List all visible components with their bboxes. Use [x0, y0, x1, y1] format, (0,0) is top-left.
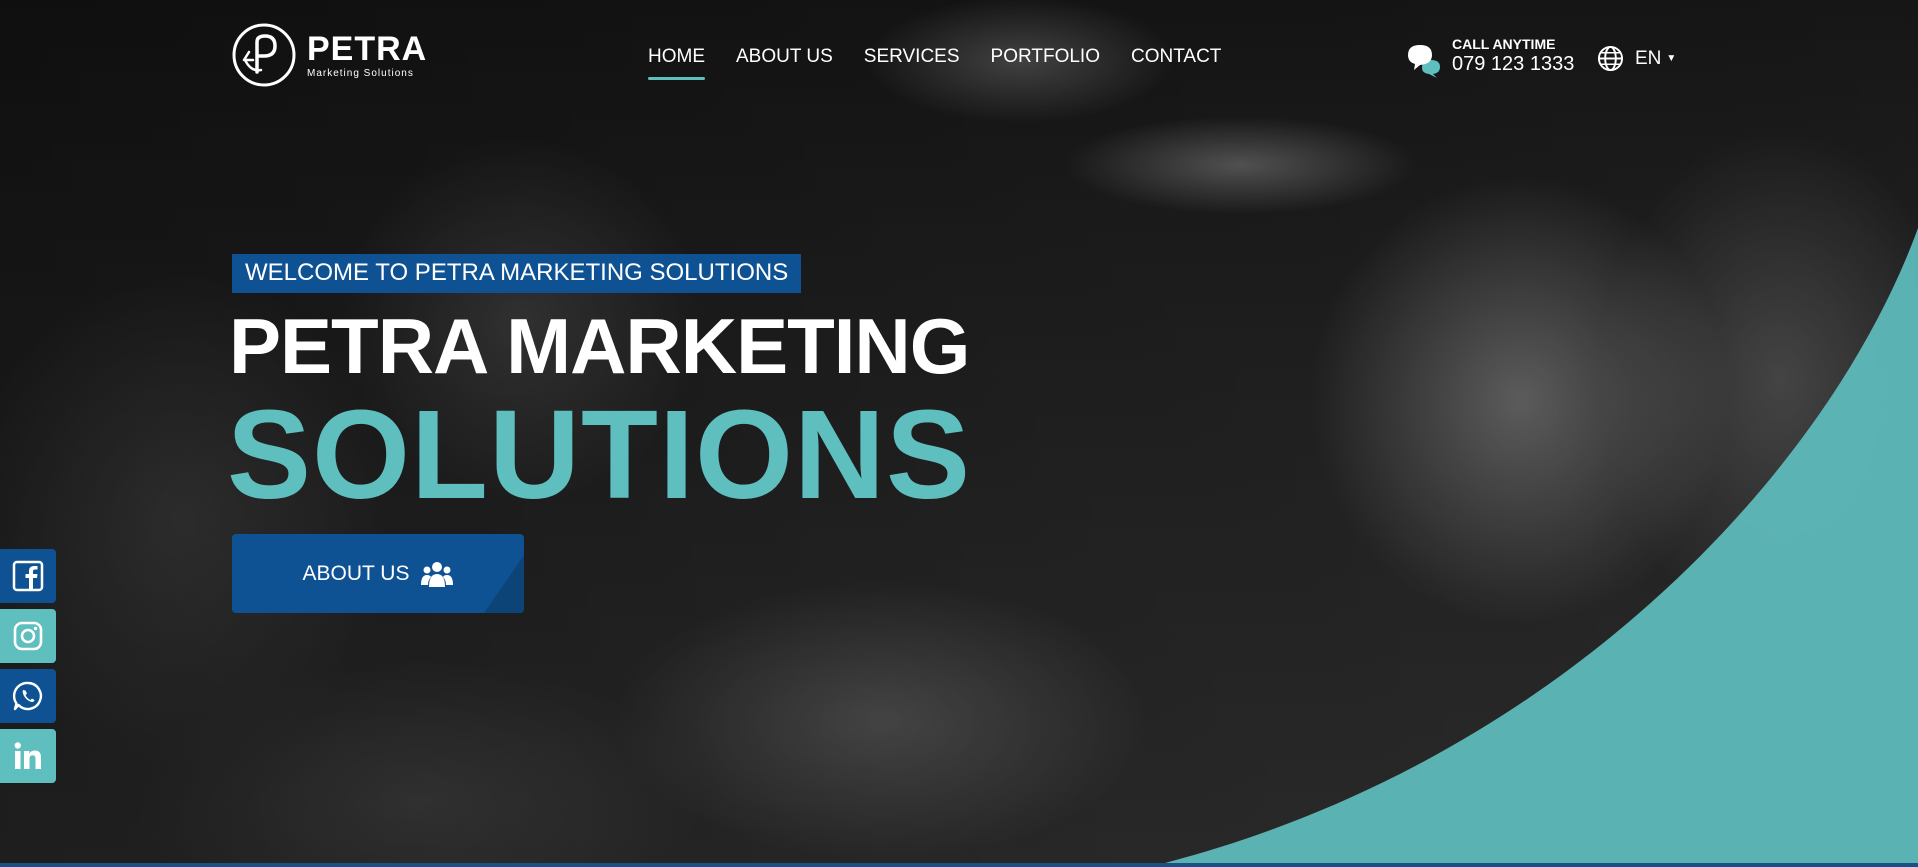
call-label: CALL ANYTIME: [1452, 36, 1556, 52]
nav-contact[interactable]: CONTACT: [1131, 46, 1221, 68]
about-us-button-label: ABOUT US: [302, 561, 410, 585]
social-sidebar: [0, 549, 56, 789]
linkedin-icon: [14, 742, 41, 769]
brand-name: PETRA: [307, 29, 428, 68]
hero-title: PETRA MARKETING: [229, 302, 970, 390]
nav-services[interactable]: SERVICES: [864, 46, 960, 68]
welcome-banner: WELCOME TO PETRA MARKETING SOLUTIONS: [232, 254, 802, 293]
petra-logo-icon: [232, 23, 296, 87]
call-text: CALL ANYTIME 079 123 1333: [1452, 36, 1574, 76]
users-group-icon: [421, 561, 454, 587]
nav-portfolio[interactable]: PORTFOLIO: [991, 46, 1100, 68]
button-corner-decoration: [484, 555, 524, 613]
nav-home[interactable]: HOME: [648, 46, 705, 80]
whatsapp-icon: [12, 681, 43, 711]
about-us-button[interactable]: ABOUT US: [232, 534, 524, 613]
globe-icon: [1597, 45, 1624, 72]
brand-tagline: Marketing Solutions: [307, 67, 414, 79]
hero-title-accent: SOLUTIONS: [227, 384, 972, 525]
phone-number[interactable]: 079 123 1333: [1452, 52, 1574, 76]
chat-bubbles-icon: [1408, 45, 1440, 78]
instagram-button[interactable]: [0, 609, 56, 663]
linkedin-button[interactable]: [0, 729, 56, 783]
nav-about-us[interactable]: ABOUT US: [736, 46, 833, 68]
caret-down-icon: ▼: [1666, 53, 1677, 64]
brand-logo[interactable]: PETRA Marketing Solutions: [231, 22, 427, 88]
language-selector[interactable]: EN ▼: [1597, 45, 1676, 72]
brand-text: PETRA Marketing Solutions: [307, 32, 427, 79]
main-nav: HOME ABOUT US SERVICES PORTFOLIO CONTACT: [648, 46, 1252, 80]
facebook-button[interactable]: [0, 549, 56, 603]
bottom-border: [0, 863, 1918, 867]
instagram-icon: [13, 621, 43, 651]
language-current: EN: [1635, 47, 1662, 69]
whatsapp-button[interactable]: [0, 669, 56, 723]
call-anytime[interactable]: CALL ANYTIME 079 123 1333: [1406, 36, 1574, 78]
facebook-icon: [12, 560, 44, 592]
